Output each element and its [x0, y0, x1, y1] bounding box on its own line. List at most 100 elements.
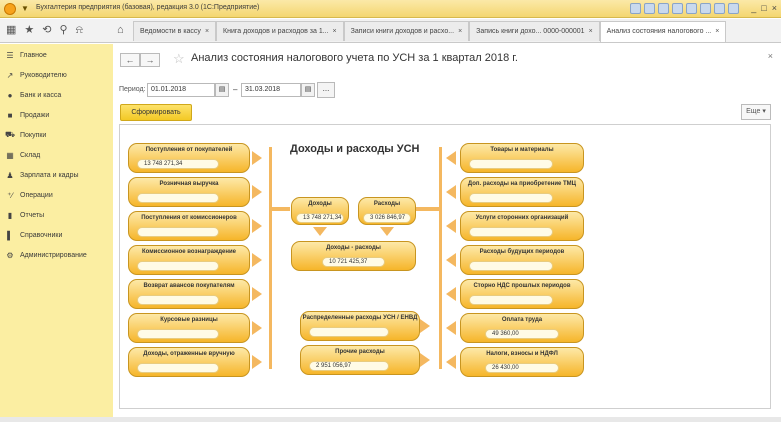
history-icon[interactable]: ⟲ — [42, 24, 51, 37]
favorites-star-icon[interactable]: ★ — [24, 24, 34, 37]
expense-box-taxes[interactable]: Налоги, взносы и НДФЛ 26 430,00 — [460, 347, 584, 377]
tab-vedomosti[interactable]: Ведомости в кассу × — [133, 21, 217, 41]
generate-button[interactable]: Сформировать — [120, 104, 192, 121]
print-icon[interactable] — [644, 3, 655, 14]
box-label: Прочие расходы — [335, 349, 385, 355]
sidebar-item-admin[interactable]: ⚙ Администрирование — [0, 246, 113, 264]
close-tab-icon[interactable]: × — [715, 28, 719, 35]
arrow-right-icon — [252, 151, 262, 165]
home-icon[interactable]: ⌂ — [117, 24, 124, 36]
close-tab-icon[interactable]: × — [333, 28, 337, 35]
sidebar-item-directories[interactable]: ▌ Справочники — [0, 226, 113, 244]
sidebar-item-main[interactable]: ☰ Главное — [0, 46, 113, 64]
sidebar-item-bank[interactable]: ● Банк и касса — [0, 86, 113, 104]
bell-icon[interactable]: ⍾ — [76, 24, 83, 37]
expense-box-future[interactable]: Расходы будущих периодов — [460, 245, 584, 275]
preview-icon[interactable] — [658, 3, 669, 14]
distributed-expenses-box[interactable]: Распределенные расходы УСН / ЕНВД — [300, 311, 420, 341]
sections-grid-icon[interactable]: ▦ — [6, 24, 16, 37]
box-value — [137, 193, 219, 203]
box-value — [137, 363, 219, 373]
calendar-icon[interactable]: ▤ — [215, 83, 229, 97]
box-value: 3 026 846,97 — [363, 213, 411, 223]
app-logo-icon[interactable] — [4, 3, 16, 15]
calculator-icon[interactable] — [700, 3, 711, 14]
tab-zapis[interactable]: Запись книги дохо... 0000-000001 × — [469, 21, 600, 41]
favorite-star-icon[interactable]: ☆ — [173, 51, 185, 67]
sidebar-item-salary[interactable]: ♟ Зарплата и кадры — [0, 166, 113, 184]
sidebar-item-reports[interactable]: ▮ Отчеты — [0, 206, 113, 224]
info-icon[interactable] — [728, 3, 739, 14]
arrow-left-icon — [446, 219, 456, 233]
date-dash: – — [233, 85, 238, 94]
close-tab-icon[interactable]: × — [589, 28, 593, 35]
close-tab-icon[interactable]: × — [458, 28, 462, 35]
calendar-icon[interactable]: ▤ — [301, 83, 315, 97]
income-box-commission-fee[interactable]: Комиссионное вознаграждение — [128, 245, 250, 275]
expense-box-additional[interactable]: Доп. расходы на приобретение ТМЦ — [460, 177, 584, 207]
period-choose-button[interactable]: ... — [317, 82, 335, 98]
sidebar-item-label: Главное — [20, 51, 47, 59]
date-to-field[interactable]: 31.03.2018 — [241, 83, 301, 97]
box-value: 10 721 425,37 — [322, 257, 385, 267]
sidebar-item-label: Справочники — [20, 231, 63, 239]
income-box-exchange[interactable]: Курсовые разницы — [128, 313, 250, 343]
calendar-icon[interactable] — [686, 3, 697, 14]
more-button[interactable]: Еще ▾ — [741, 104, 771, 120]
gear-icon: ⚙ — [6, 250, 14, 260]
open-tabs: Ведомости в кассу × Книга доходов и расхо… — [133, 21, 727, 42]
window-controls: _ □ × — [751, 3, 777, 14]
income-box-commissioners[interactable]: Поступления от комиссионеров — [128, 211, 250, 241]
quick-actions: ▦ ★ ⟲ ⚲ ⍾ — [6, 24, 83, 37]
arrow-right-icon — [252, 287, 262, 301]
sidebar-item-purchases[interactable]: ⛟ Покупки — [0, 126, 113, 144]
box-label: Налоги, взносы и НДФЛ — [486, 351, 558, 357]
income-connector — [269, 147, 272, 369]
back-arrow-icon[interactable]: ← — [120, 53, 140, 67]
expense-box-vat-storno[interactable]: Сторно НДС прошлых периодов — [460, 279, 584, 309]
arrow-left-icon — [446, 253, 456, 267]
expense-box-labor[interactable]: Оплата труда 49 360,00 — [460, 313, 584, 343]
save-icon[interactable] — [672, 3, 683, 14]
grid-icon[interactable] — [630, 3, 641, 14]
tab-kniga[interactable]: Книга доходов и расходов за 1... × — [216, 21, 344, 41]
box-label: Доходы, отраженные вручную — [143, 351, 235, 357]
tab-analiz[interactable]: Анализ состояния налогового ... × — [599, 21, 727, 42]
total-expenses-box[interactable]: Расходы 3 026 846,97 — [358, 197, 416, 225]
box-value — [469, 227, 553, 237]
close-window-button[interactable]: × — [772, 3, 777, 14]
period-label: Период: — [119, 86, 146, 93]
tab-zapisi[interactable]: Записи книги доходов и расхо... × — [343, 21, 470, 41]
other-expenses-box[interactable]: Прочие расходы 2 951 056,97 — [300, 345, 420, 375]
forward-arrow-icon[interactable]: → — [140, 53, 160, 67]
sidebar-item-sales[interactable]: ■ Продажи — [0, 106, 113, 124]
box-label: Доп. расходы на приобретение ТМЦ — [467, 181, 577, 187]
close-tab-icon[interactable]: × — [205, 28, 209, 35]
income-box-manual[interactable]: Доходы, отраженные вручную — [128, 347, 250, 377]
expense-box-goods[interactable]: Товары и материалы — [460, 143, 584, 173]
result-box[interactable]: Доходы - расходы 10 721 425,37 — [291, 241, 416, 271]
search-icon[interactable]: ⚲ — [60, 24, 68, 37]
sidebar-item-manager[interactable]: ↗ Руководителю — [0, 66, 113, 84]
sidebar-item-operations[interactable]: ⁺∕ Операции — [0, 186, 113, 204]
sidebar-item-label: Банк и касса — [20, 91, 62, 99]
minimize-button[interactable]: _ — [751, 3, 756, 14]
tab-label: Записи книги доходов и расхо... — [350, 28, 455, 35]
report-area: Доходы и расходы УСН Поступления от поку… — [119, 124, 771, 409]
arrow-right-icon — [420, 319, 430, 333]
income-box-retail[interactable]: Розничная выручка — [128, 177, 250, 207]
date-from-field[interactable]: 01.01.2018 — [147, 83, 215, 97]
sidebar-item-warehouse[interactable]: ▦ Склад — [0, 146, 113, 164]
income-box-buyers[interactable]: Поступления от покупателей 13 748 271,34 — [128, 143, 250, 173]
maximize-button[interactable]: □ — [761, 3, 766, 14]
box-label: Расходы будущих периодов — [479, 249, 565, 255]
close-icon[interactable]: × — [768, 51, 773, 61]
box-value — [469, 295, 553, 305]
zoom-icon[interactable] — [714, 3, 725, 14]
box-label: Поступления от комиссионеров — [141, 215, 237, 221]
total-income-box[interactable]: Доходы 13 748 271,34 — [291, 197, 349, 225]
income-box-advance-return[interactable]: Возврат авансов покупателям — [128, 279, 250, 309]
person-icon: ♟ — [6, 170, 14, 180]
expense-box-services[interactable]: Услуги сторонних организаций — [460, 211, 584, 241]
main-menu-icon[interactable]: ▼ — [19, 3, 31, 15]
